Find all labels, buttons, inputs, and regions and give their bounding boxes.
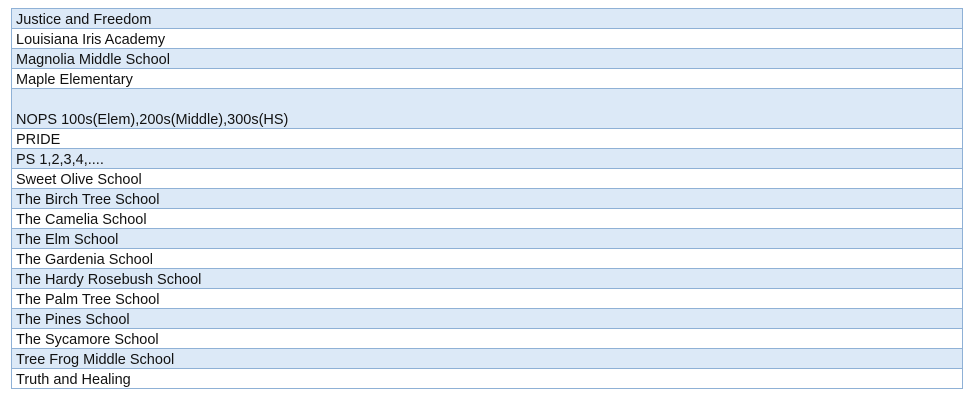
- table-cell: The Pines School: [11, 308, 963, 329]
- table-row: Tree Frog Middle School: [11, 348, 963, 369]
- table-row: PRIDE: [11, 128, 963, 149]
- table-cell: The Palm Tree School: [11, 288, 963, 309]
- table-cell: Louisiana Iris Academy: [11, 28, 963, 49]
- table-cell: PS 1,2,3,4,....: [11, 148, 963, 169]
- table-row: Maple Elementary: [11, 68, 963, 89]
- table-row: Louisiana Iris Academy: [11, 28, 963, 49]
- table-row: The Camelia School: [11, 208, 963, 229]
- table-cell: The Elm School: [11, 228, 963, 249]
- table-row: The Palm Tree School: [11, 288, 963, 309]
- school-names-table: Justice and Freedom Louisiana Iris Acade…: [11, 8, 963, 389]
- table-row: The Birch Tree School: [11, 188, 963, 209]
- table-cell: Tree Frog Middle School: [11, 348, 963, 369]
- table-row: Magnolia Middle School: [11, 48, 963, 69]
- table-cell: Truth and Healing: [11, 368, 963, 389]
- table-row: The Sycamore School: [11, 328, 963, 349]
- table-row: The Gardenia School: [11, 248, 963, 269]
- table-cell: Magnolia Middle School: [11, 48, 963, 69]
- table-cell: Maple Elementary: [11, 68, 963, 89]
- table-cell: The Camelia School: [11, 208, 963, 229]
- table-row: NOPS 100s(Elem),200s(Middle),300s(HS): [11, 88, 963, 129]
- table-row: The Hardy Rosebush School: [11, 268, 963, 289]
- table-row: Justice and Freedom: [11, 8, 963, 29]
- table-cell: PRIDE: [11, 128, 963, 149]
- table-cell: Sweet Olive School: [11, 168, 963, 189]
- table-cell: The Hardy Rosebush School: [11, 268, 963, 289]
- table-row: The Elm School: [11, 228, 963, 249]
- table-cell: Justice and Freedom: [11, 8, 963, 29]
- table-row: The Pines School: [11, 308, 963, 329]
- table-cell: NOPS 100s(Elem),200s(Middle),300s(HS): [11, 88, 963, 129]
- table-cell: The Sycamore School: [11, 328, 963, 349]
- table-row: Truth and Healing: [11, 368, 963, 389]
- table-cell: The Gardenia School: [11, 248, 963, 269]
- table-row: Sweet Olive School: [11, 168, 963, 189]
- school-names-table-container: Justice and Freedom Louisiana Iris Acade…: [11, 8, 963, 389]
- table-cell: The Birch Tree School: [11, 188, 963, 209]
- table-row: PS 1,2,3,4,....: [11, 148, 963, 169]
